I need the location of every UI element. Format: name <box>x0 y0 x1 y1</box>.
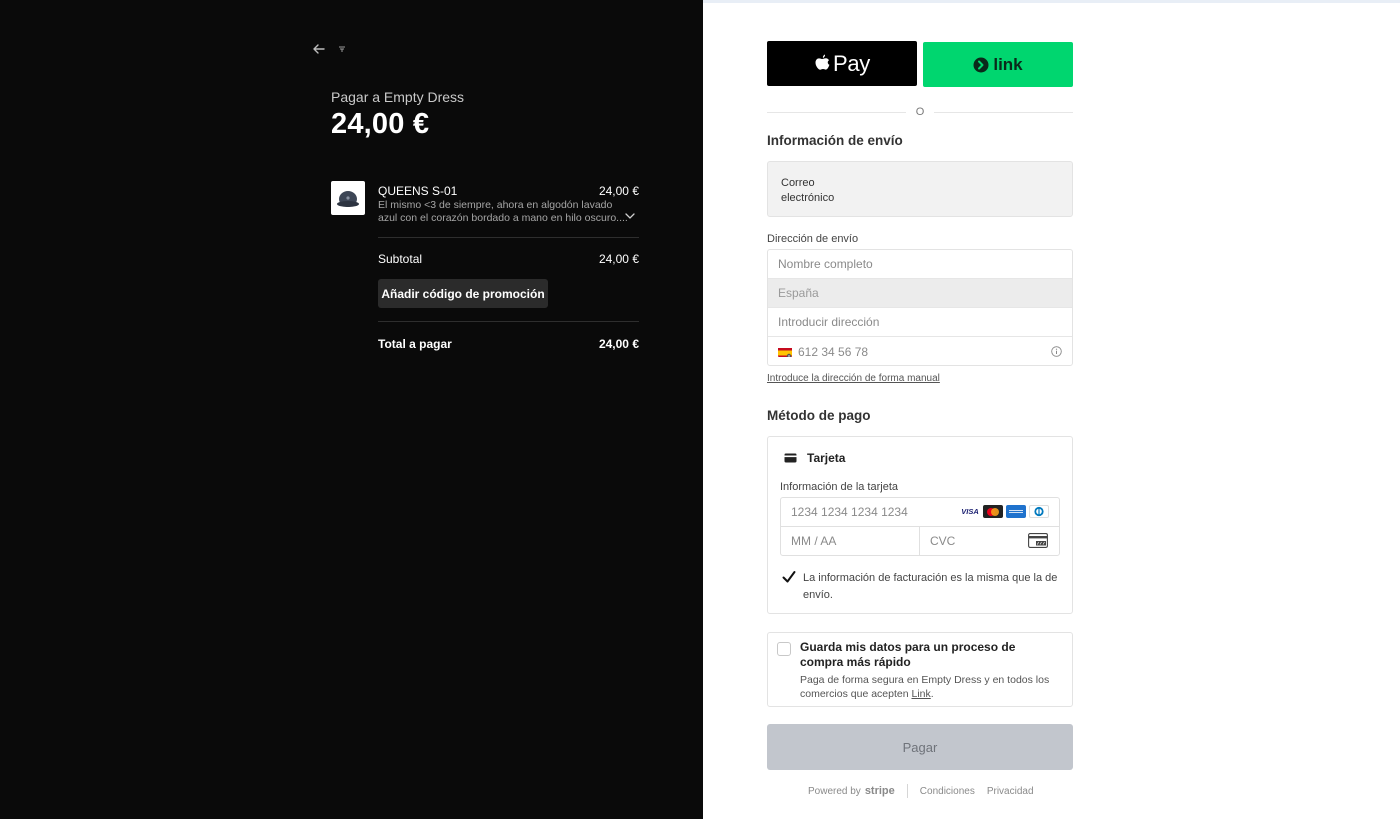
spain-flag-icon[interactable] <box>778 347 792 357</box>
summary-divider <box>378 237 639 238</box>
total-row: Total a pagar 24,00 € <box>378 337 639 351</box>
merchant-logo-icon <box>339 46 345 52</box>
link-learn-more[interactable]: Link <box>911 688 930 700</box>
address-input[interactable]: Introducir dirección <box>768 308 1072 337</box>
cvc-card-icon <box>1028 533 1048 548</box>
top-nav <box>312 42 346 56</box>
subtotal-value: 24,00 € <box>598 252 639 266</box>
save-info-title: Guarda mis datos para un proceso de comp… <box>800 640 1016 669</box>
country-select[interactable]: España <box>768 279 1072 308</box>
powered-by-label: Powered by <box>808 785 861 797</box>
shipping-address-label: Dirección de envío <box>767 233 859 245</box>
or-divider-left <box>767 112 906 113</box>
or-divider-right <box>934 112 1073 113</box>
email-field[interactable]: Correo electrónico <box>767 161 1073 217</box>
cvc-placeholder: CVC <box>930 534 956 548</box>
card-inputs: 1234 1234 1234 1234 VISA MM / AA CVC <box>780 497 1060 556</box>
payment-method-title: Método de pago <box>767 408 871 423</box>
save-info-checkbox[interactable] <box>777 642 791 656</box>
save-desc-suffix: . <box>930 688 934 700</box>
phone-input[interactable]: 612 34 56 78 <box>768 337 1072 365</box>
add-promo-code-button[interactable]: Añadir código de promoción <box>378 279 548 308</box>
total-value: 24,00 € <box>598 337 639 351</box>
billing-same-checkbox[interactable] <box>782 570 796 584</box>
apple-pay-button[interactable]: Pay <box>767 41 917 86</box>
back-arrow-icon[interactable] <box>312 42 326 56</box>
full-name-placeholder: Nombre completo <box>778 257 873 271</box>
subtotal-row: Subtotal 24,00 € <box>378 252 639 266</box>
diners-icon <box>1029 505 1049 518</box>
or-divider-text: O <box>915 106 925 118</box>
visa-icon: VISA <box>960 505 980 518</box>
footer-separator <box>906 784 908 798</box>
expiry-placeholder: MM / AA <box>791 534 837 548</box>
billing-same-text: La información de facturación es la mism… <box>803 572 1058 601</box>
pay-button[interactable]: Pagar <box>767 724 1073 770</box>
product-thumbnail <box>331 181 365 215</box>
address-placeholder: Introducir dirección <box>778 315 880 329</box>
privacy-link[interactable]: Privacidad <box>987 786 1034 797</box>
link-arrow-icon <box>973 57 989 72</box>
cvc-input[interactable]: CVC <box>920 527 1059 555</box>
stripe-logo[interactable]: stripe <box>865 785 895 797</box>
manual-address-link[interactable]: Introduce la dirección de forma manual <box>767 373 940 384</box>
expiry-input[interactable]: MM / AA <box>781 527 920 555</box>
item-description: El mismo <3 de siempre, ahora en algodón… <box>378 199 628 224</box>
merchant-line: Pagar a Empty Dress <box>331 89 465 105</box>
card-brands: VISA <box>960 505 1049 518</box>
phone-placeholder: 612 34 56 78 <box>798 344 869 359</box>
card-icon <box>784 453 797 463</box>
item-name: QUEENS S-01 <box>378 184 458 198</box>
total-label: Total a pagar <box>378 337 452 351</box>
apple-logo-icon <box>815 54 830 70</box>
order-summary-panel: Pagar a Empty Dress 24,00 € QUEENS S-01 … <box>0 0 703 819</box>
country-value: España <box>778 286 819 300</box>
cap-image-icon <box>337 191 359 207</box>
terms-link[interactable]: Condiciones <box>920 786 975 797</box>
save-info-box: Guarda mis datos para un proceso de comp… <box>767 632 1073 707</box>
mastercard-icon <box>983 505 1003 518</box>
footer: Powered by stripe Condiciones Privacidad <box>808 784 1046 798</box>
total-amount: 24,00 € <box>331 108 430 140</box>
item-price: 24,00 € <box>598 184 639 198</box>
full-name-input[interactable]: Nombre completo <box>768 250 1072 279</box>
link-pay-button[interactable]: link <box>923 42 1073 87</box>
subtotal-label: Subtotal <box>378 252 423 266</box>
save-info-description: Paga de forma segura en Empty Dress y en… <box>800 673 1064 701</box>
chevron-down-icon[interactable] <box>625 212 635 220</box>
info-icon[interactable] <box>1051 346 1062 357</box>
card-option-title[interactable]: Tarjeta <box>807 451 845 465</box>
card-number-placeholder: 1234 1234 1234 1234 <box>791 505 908 519</box>
summary-divider <box>378 321 639 322</box>
amex-icon <box>1006 505 1026 518</box>
address-fields: Nombre completo España Introducir direcc… <box>767 249 1073 366</box>
top-border <box>703 0 1400 3</box>
shipping-title: Información de envío <box>767 133 903 148</box>
card-info-label: Información de la tarjeta <box>780 481 899 493</box>
link-label: link <box>993 54 1023 74</box>
card-number-input[interactable]: 1234 1234 1234 1234 VISA <box>781 498 1059 527</box>
apple-pay-label: Pay <box>832 50 870 76</box>
email-label: Correo electrónico <box>781 177 835 204</box>
card-payment-box: Tarjeta Información de la tarjeta 1234 1… <box>767 436 1073 614</box>
